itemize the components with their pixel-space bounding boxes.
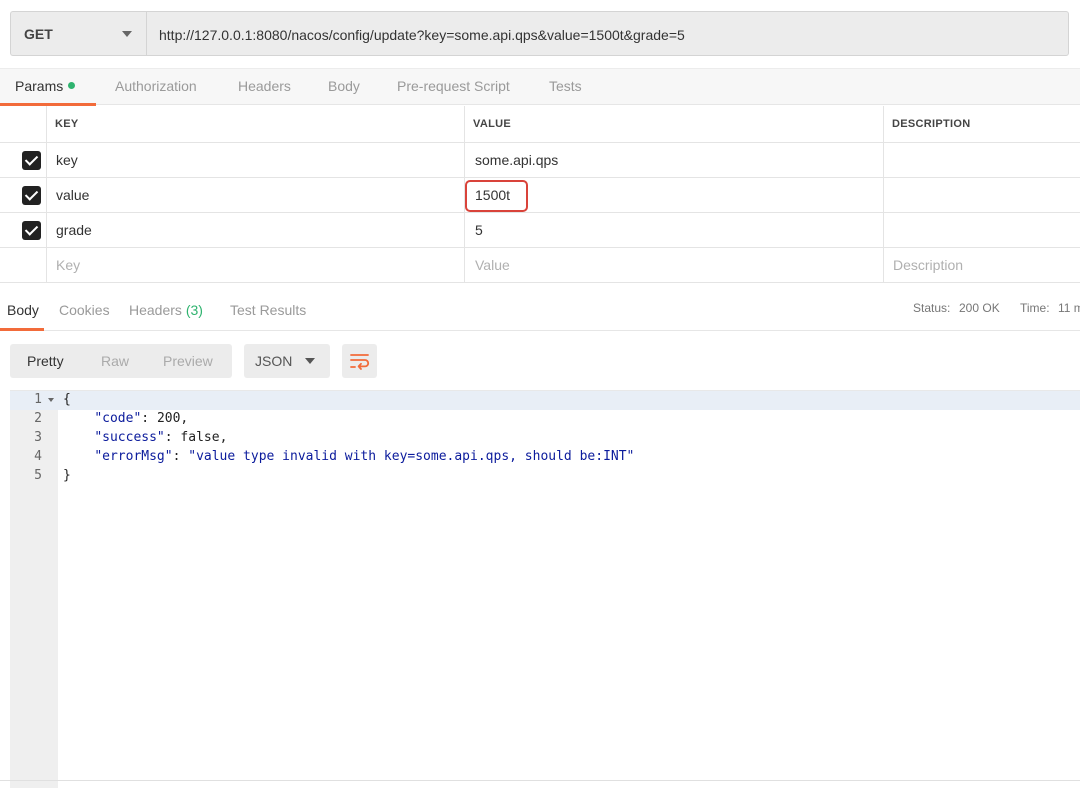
line-number: 1 [34, 392, 42, 407]
code-line: "errorMsg": "value type invalid with key… [63, 449, 634, 464]
column-header-value: VALUE [473, 118, 511, 130]
fold-arrow-icon[interactable] [48, 398, 54, 402]
param-value-cell[interactable]: 5 [475, 222, 483, 238]
row-divider [0, 212, 1080, 213]
code-line: { [63, 392, 71, 407]
code-line: } [63, 468, 71, 483]
wrap-lines-button[interactable] [342, 344, 377, 378]
response-tabs: Body Cookies Headers (3) Test Results St… [0, 291, 1080, 331]
param-key-cell[interactable]: value [56, 187, 89, 203]
tab-response-body[interactable]: Body [7, 302, 39, 318]
time-value[interactable]: 11 m [1058, 301, 1080, 315]
tab-tests[interactable]: Tests [549, 78, 582, 94]
line-number: 2 [34, 411, 42, 426]
param-key-cell[interactable]: grade [56, 222, 92, 238]
chevron-down-icon [122, 31, 132, 37]
json-tail: , [219, 430, 228, 445]
json-key: "success" [94, 430, 165, 445]
checkbox-value[interactable] [22, 186, 41, 205]
value-input-placeholder[interactable]: Value [475, 257, 510, 273]
line-number: 4 [34, 449, 42, 464]
json-sep: : [164, 430, 181, 445]
code-line: "code": 200, [63, 411, 188, 426]
json-sep: : [141, 411, 157, 426]
raw-button[interactable]: Raw [101, 353, 129, 369]
tab-test-results[interactable]: Test Results [230, 302, 306, 318]
value-highlight-box [465, 180, 528, 212]
status-value[interactable]: 200 OK [959, 301, 1000, 315]
pretty-button[interactable]: Pretty [27, 353, 64, 369]
wrap-lines-icon [350, 354, 370, 370]
view-mode-group: Pretty Raw Preview [10, 344, 232, 378]
tab-body[interactable]: Body [328, 78, 360, 94]
json-key: "code" [94, 411, 142, 426]
json-value: 200 [156, 411, 181, 426]
line-number: 3 [34, 430, 42, 445]
format-label: JSON [255, 353, 293, 369]
tab-params-label: Params [15, 78, 64, 94]
format-select[interactable]: JSON [244, 344, 330, 378]
line-number: 5 [34, 468, 42, 483]
chevron-down-icon [305, 358, 315, 364]
headers-count: (3) [185, 302, 203, 318]
row-divider [0, 142, 1080, 143]
tab-authorization[interactable]: Authorization [115, 78, 197, 94]
method-label: GET [24, 26, 53, 42]
json-value: "value type invalid with key=some.api.qp… [188, 449, 635, 464]
json-key: "errorMsg" [94, 449, 173, 464]
row-divider [0, 247, 1080, 248]
description-input-placeholder[interactable]: Description [893, 257, 963, 273]
url-input[interactable]: http://127.0.0.1:8080/nacos/config/updat… [146, 11, 1069, 56]
row-divider [0, 282, 1080, 283]
bottom-divider [0, 780, 1080, 781]
time-label: Time: [1020, 301, 1050, 315]
active-line-highlight [10, 391, 1080, 410]
status-label: Status: [913, 301, 951, 315]
params-active-dot-icon [68, 82, 76, 89]
tab-response-headers[interactable]: Headers (3) [129, 302, 203, 318]
param-value-cell[interactable]: some.api.qps [475, 152, 558, 168]
column-header-key: KEY [55, 118, 79, 130]
code-line: "success": false, [63, 430, 227, 445]
preview-button[interactable]: Preview [163, 353, 213, 369]
params-table: KEY VALUE DESCRIPTION key some.api.qps v… [0, 106, 1080, 283]
checkbox-grade[interactable] [22, 221, 41, 240]
response-code-viewer[interactable]: 1 2 3 4 5 { "code": 200, "success": fals… [10, 390, 1080, 788]
checkbox-key[interactable] [22, 151, 41, 170]
request-tabs: Params Authorization Headers Body Pre-re… [0, 68, 1080, 106]
tab-headers[interactable]: Headers [238, 78, 291, 94]
url-text: http://127.0.0.1:8080/nacos/config/updat… [159, 27, 685, 43]
param-key-cell[interactable]: key [56, 152, 78, 168]
tab-params[interactable]: Params [15, 78, 76, 94]
key-input-placeholder[interactable]: Key [56, 257, 80, 273]
column-header-description: DESCRIPTION [892, 118, 971, 130]
tab-response-headers-label: Headers [129, 302, 182, 318]
json-value: false [180, 430, 220, 445]
active-response-tab-underline [0, 328, 44, 331]
json-tail: , [180, 411, 189, 426]
tab-pre-request-script[interactable]: Pre-request Script [397, 78, 510, 94]
json-sep: : [172, 449, 189, 464]
row-divider [0, 177, 1080, 178]
tab-cookies[interactable]: Cookies [59, 302, 110, 318]
method-select[interactable]: GET [10, 11, 146, 56]
